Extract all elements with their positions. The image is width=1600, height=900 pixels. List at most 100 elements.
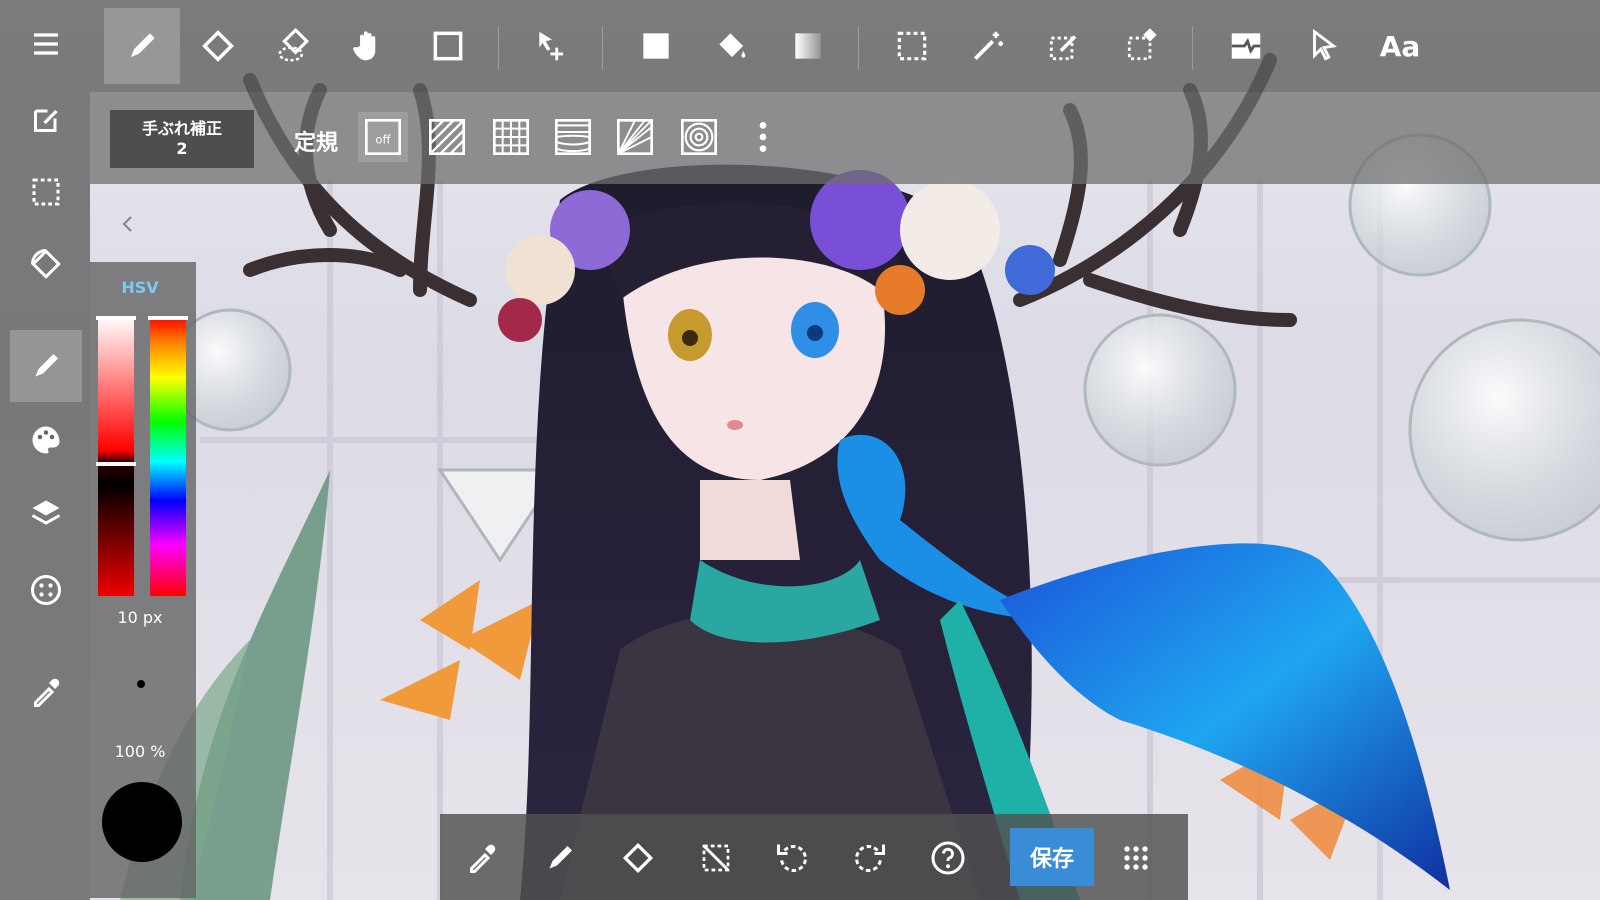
tool-hand[interactable] (330, 8, 406, 84)
sv-thumb[interactable] (96, 462, 136, 466)
bottom-toolbar: 保存 (440, 814, 1188, 900)
color-mode-label[interactable]: HSV (90, 278, 190, 297)
palette-button[interactable] (10, 404, 82, 476)
layers-icon (31, 500, 61, 525)
brush-button[interactable] (10, 330, 82, 402)
clear-layer-button[interactable] (684, 826, 748, 890)
ruler-concentric-button[interactable] (674, 112, 724, 162)
stabilizer-button[interactable]: 手ぶれ補正 2 (110, 110, 254, 168)
tool-fill-rect[interactable] (618, 8, 694, 84)
hue-slider[interactable] (148, 316, 188, 596)
tool-bucket[interactable] (694, 8, 770, 84)
tool-move[interactable] (514, 8, 590, 84)
rotate-button[interactable] (10, 228, 82, 300)
gradient-icon (795, 33, 821, 59)
menu-icon (34, 33, 58, 55)
help-icon (931, 841, 965, 875)
palette-icon (32, 426, 60, 454)
edit-button[interactable] (10, 84, 82, 156)
ruler-concentric-icon (681, 119, 717, 155)
brush-size-value[interactable]: 10 px (90, 608, 190, 627)
tool-rectangle[interactable] (410, 8, 486, 84)
saturation-value-slider[interactable] (96, 316, 136, 596)
blur-icon (278, 27, 310, 62)
undo-button[interactable] (760, 826, 824, 890)
ruler-off-button[interactable]: off (358, 112, 408, 162)
collapse-panel-button[interactable] (96, 196, 160, 252)
ruler-label: 定規 (294, 131, 339, 156)
fill-rect-icon (643, 33, 669, 59)
redo-icon (855, 844, 885, 872)
eraser-icon (622, 842, 654, 874)
hue-thumb[interactable] (148, 316, 188, 320)
filter-icon (1231, 33, 1261, 59)
ruler-perspective-button[interactable] (548, 112, 598, 162)
select-eraser-icon (1127, 28, 1157, 61)
quick-eyedropper-button[interactable] (450, 826, 514, 890)
current-color-swatch[interactable] (102, 782, 182, 862)
rotate-icon (31, 249, 61, 279)
tool-select-rect[interactable] (874, 8, 950, 84)
undo-icon (777, 844, 807, 872)
more-button[interactable] (738, 112, 788, 162)
ruler-radial-icon (617, 119, 653, 155)
tool-select-eraser[interactable] (1104, 8, 1180, 84)
material-button[interactable] (10, 554, 82, 626)
pointer-icon (1313, 28, 1338, 61)
tool-blur[interactable] (256, 8, 332, 84)
material-icon (31, 575, 61, 605)
quick-pen-button[interactable] (528, 826, 592, 890)
bucket-icon (719, 33, 746, 58)
magic-wand-icon (973, 31, 1004, 61)
select-pen-icon (1049, 35, 1077, 61)
rectangle-icon (433, 31, 463, 61)
left-toolbar (0, 0, 90, 900)
move-icon (539, 31, 564, 61)
ruler-grid-button[interactable] (486, 112, 536, 162)
selection-button[interactable] (10, 156, 82, 228)
top-toolbar: Aa (90, 0, 1600, 92)
quick-eraser-button[interactable] (606, 826, 670, 890)
pen-icon (130, 33, 155, 58)
clear-icon (702, 844, 730, 872)
tool-text[interactable]: Aa (1362, 8, 1438, 84)
ruler-perspective-icon (555, 119, 591, 155)
svg-text:off: off (375, 133, 391, 147)
tool-gradient[interactable] (770, 8, 846, 84)
grid-icon (1124, 846, 1148, 870)
ruler-parallel-button[interactable] (422, 112, 472, 162)
chevron-left-icon (122, 216, 132, 232)
brush-icon (35, 354, 58, 377)
help-button[interactable] (916, 826, 980, 890)
select-rect-icon (897, 31, 927, 61)
menu-button[interactable] (10, 8, 82, 80)
tool-pen[interactable] (104, 8, 180, 84)
grid-menu-button[interactable] (1104, 826, 1168, 890)
tool-select-pen[interactable] (1026, 8, 1102, 84)
color-panel: HSV 10 px 100 % (90, 262, 196, 898)
pen-icon (549, 846, 572, 869)
eyedropper-icon (34, 678, 60, 707)
ruler-off-icon: off (365, 119, 401, 155)
layers-button[interactable] (10, 478, 82, 550)
sub-toolbar: 手ぶれ補正 2 定規 off (90, 92, 1600, 184)
redo-button[interactable] (838, 826, 902, 890)
selection-icon (32, 178, 60, 206)
tool-magic-wand[interactable] (950, 8, 1026, 84)
save-button[interactable]: 保存 (1010, 828, 1094, 886)
tool-filter[interactable] (1208, 8, 1284, 84)
opacity-value[interactable]: 100 % (90, 742, 190, 761)
eyedropper-button[interactable] (10, 656, 82, 728)
stabilizer-value: 2 (176, 139, 188, 158)
more-icon (759, 122, 767, 152)
ruler-radial-button[interactable] (610, 112, 660, 162)
ruler-grid-icon (493, 119, 529, 155)
edit-icon (34, 109, 58, 132)
eyedropper-icon (470, 844, 496, 873)
tool-pointer[interactable] (1286, 8, 1362, 84)
hand-icon (353, 31, 376, 61)
eraser-icon (202, 30, 234, 62)
tool-eraser[interactable] (180, 8, 256, 84)
stabilizer-label: 手ぶれ補正 (141, 119, 222, 138)
sv-top-thumb[interactable] (96, 316, 136, 320)
